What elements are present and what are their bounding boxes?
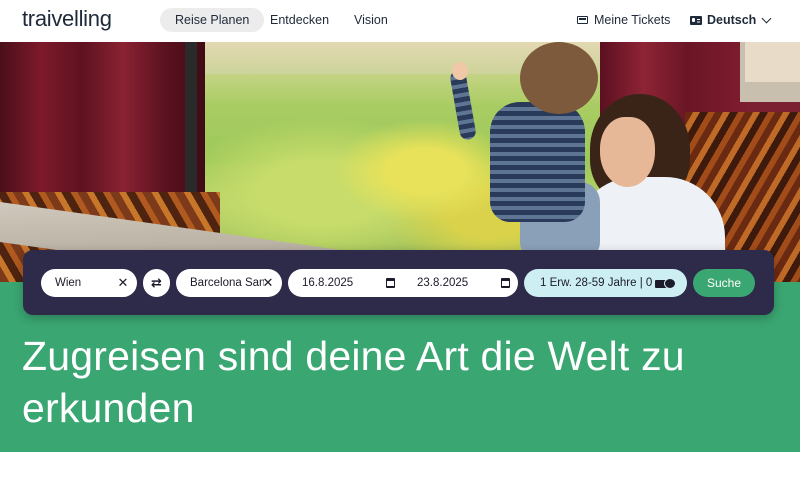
hero-image <box>0 42 800 282</box>
discount-card-icon <box>655 278 677 289</box>
ticket-icon <box>577 16 588 24</box>
departure-date[interactable]: 16.8.2025 <box>302 269 353 297</box>
clear-to-icon[interactable]: ✕ <box>262 269 274 297</box>
page-headline: Zugreisen sind deine Art die Welt zu erk… <box>22 333 685 431</box>
language-selector[interactable]: Deutsch <box>690 8 772 32</box>
to-station-field[interactable]: Barcelona Sants ✕ <box>176 269 282 297</box>
my-tickets-link[interactable]: Meine Tickets <box>577 8 670 32</box>
logo[interactable]: traivelling <box>22 6 112 32</box>
search-button[interactable]: Suche <box>693 269 755 297</box>
curtain-left <box>0 42 205 212</box>
clear-from-icon[interactable]: ✕ <box>117 269 129 297</box>
chevron-down-icon <box>761 13 772 23</box>
calendar-icon[interactable] <box>386 278 395 288</box>
nav-entdecken[interactable]: Entdecken <box>255 8 344 32</box>
language-icon <box>690 15 702 25</box>
language-label: Deutsch <box>707 13 757 27</box>
site-header: traivelling Reise Planen Entdecken Visio… <box>0 0 800 42</box>
nav-reise-planen[interactable]: Reise Planen <box>160 8 265 32</box>
passengers-field[interactable]: 1 Erw. 28-59 Jahre | 0 <box>524 269 687 297</box>
travel-dates-field[interactable]: 16.8.2025 23.8.2025 <box>288 269 518 297</box>
passengers-value: 1 Erw. 28-59 Jahre | 0 <box>540 277 653 289</box>
from-station-value: Wien <box>55 277 82 289</box>
return-date[interactable]: 23.8.2025 <box>417 269 468 297</box>
from-station-field[interactable]: Wien ✕ <box>41 269 137 297</box>
trip-search-bar: Wien ✕ ⇄ Barcelona Sants ✕ 16.8.2025 23.… <box>23 250 774 315</box>
to-station-value: Barcelona Sants <box>190 277 264 289</box>
calendar-icon[interactable] <box>501 278 510 288</box>
nav-vision[interactable]: Vision <box>339 8 403 32</box>
child-figure <box>490 102 585 222</box>
my-tickets-label: Meine Tickets <box>594 13 671 27</box>
swap-icon: ⇄ <box>151 275 162 290</box>
swap-stations-button[interactable]: ⇄ <box>143 269 170 297</box>
